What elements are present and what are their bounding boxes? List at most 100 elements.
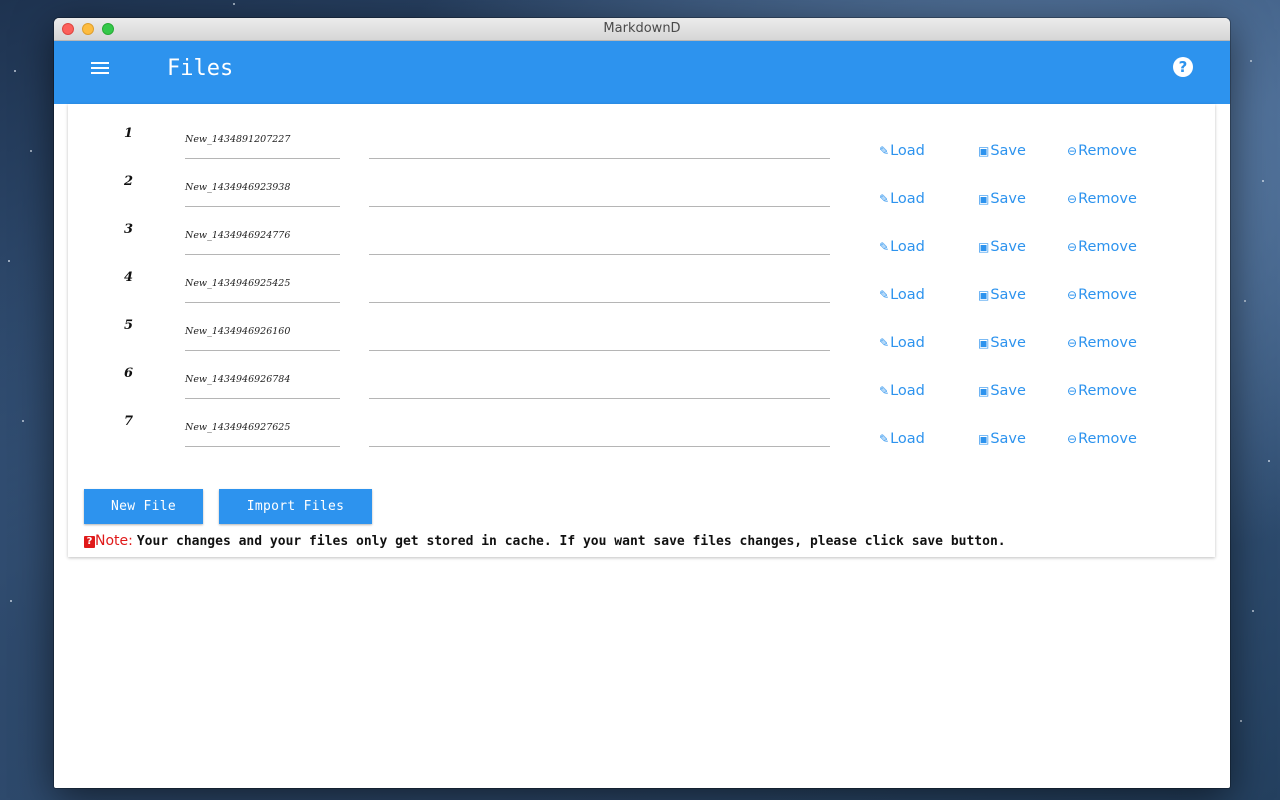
floppy-disk-icon: ▣ xyxy=(978,240,990,254)
file-name-input[interactable]: New_1434946924776 xyxy=(185,228,340,255)
help-circle-icon[interactable]: ? xyxy=(1173,57,1193,77)
minus-circle-icon: ⊖ xyxy=(1067,336,1078,350)
remove-label: Remove xyxy=(1078,335,1137,351)
import-files-button[interactable]: Import Files xyxy=(219,489,372,524)
hamburger-menu-icon[interactable] xyxy=(91,61,109,75)
load-button[interactable]: ✎Load xyxy=(879,287,925,303)
file-description-input[interactable] xyxy=(369,132,830,159)
save-button[interactable]: ▣Save xyxy=(978,383,1026,399)
star xyxy=(22,420,24,422)
floppy-disk-icon: ▣ xyxy=(978,144,990,158)
load-button[interactable]: ✎Load xyxy=(879,431,925,447)
pencil-icon: ✎ xyxy=(879,240,890,254)
load-label: Load xyxy=(890,431,925,447)
pencil-icon: ✎ xyxy=(879,384,890,398)
remove-button[interactable]: ⊖Remove xyxy=(1067,287,1137,303)
load-label: Load xyxy=(890,239,925,255)
file-description-input[interactable] xyxy=(369,372,830,399)
minus-circle-icon: ⊖ xyxy=(1067,432,1078,446)
file-name-input[interactable]: New_1434946926160 xyxy=(185,324,340,351)
save-button[interactable]: ▣Save xyxy=(978,143,1026,159)
floppy-disk-icon: ▣ xyxy=(978,432,990,446)
window-title: MarkdownD xyxy=(603,21,681,36)
file-name-input[interactable]: New_1434946926784 xyxy=(185,372,340,399)
remove-button[interactable]: ⊖Remove xyxy=(1067,335,1137,351)
minus-circle-icon: ⊖ xyxy=(1067,384,1078,398)
remove-button[interactable]: ⊖Remove xyxy=(1067,239,1137,255)
load-label: Load xyxy=(890,335,925,351)
save-button[interactable]: ▣Save xyxy=(978,191,1026,207)
minus-circle-icon: ⊖ xyxy=(1067,288,1078,302)
save-label: Save xyxy=(990,335,1026,351)
minus-circle-icon: ⊖ xyxy=(1067,144,1078,158)
floppy-disk-icon: ▣ xyxy=(978,384,990,398)
star xyxy=(10,600,12,602)
load-label: Load xyxy=(890,191,925,207)
star xyxy=(1252,610,1254,612)
save-button[interactable]: ▣Save xyxy=(978,239,1026,255)
load-label: Load xyxy=(890,383,925,399)
minus-circle-icon: ⊖ xyxy=(1067,192,1078,206)
remove-button[interactable]: ⊖Remove xyxy=(1067,191,1137,207)
pencil-icon: ✎ xyxy=(879,192,890,206)
file-name-input[interactable]: New_1434891207227 xyxy=(185,132,340,159)
star xyxy=(1250,60,1252,62)
remove-button[interactable]: ⊖Remove xyxy=(1067,431,1137,447)
app-bar: Files ? xyxy=(54,41,1230,104)
load-button[interactable]: ✎Load xyxy=(879,143,925,159)
file-name-input[interactable]: New_1434946923938 xyxy=(185,180,340,207)
star xyxy=(8,260,10,262)
star xyxy=(30,150,32,152)
remove-button[interactable]: ⊖Remove xyxy=(1067,143,1137,159)
save-button[interactable]: ▣Save xyxy=(978,335,1026,351)
star xyxy=(1262,180,1264,182)
file-name-value: New_1434946927625 xyxy=(185,422,291,433)
row-number: 7 xyxy=(124,414,134,429)
load-label: Load xyxy=(890,143,925,159)
remove-label: Remove xyxy=(1078,239,1137,255)
note-text: Your changes and your files only get sto… xyxy=(136,534,1006,549)
row-number: 3 xyxy=(124,222,134,237)
save-label: Save xyxy=(990,287,1026,303)
remove-label: Remove xyxy=(1078,287,1137,303)
row-number: 6 xyxy=(124,366,134,381)
note-label: Note: xyxy=(95,533,133,549)
file-description-input[interactable] xyxy=(369,276,830,303)
file-name-input[interactable]: New_1434946925425 xyxy=(185,276,340,303)
row-number: 4 xyxy=(124,270,134,285)
file-description-input[interactable] xyxy=(369,228,830,255)
window-titlebar[interactable]: MarkdownD xyxy=(54,18,1230,41)
new-file-button[interactable]: New File xyxy=(84,489,203,524)
load-button[interactable]: ✎Load xyxy=(879,239,925,255)
file-name-input[interactable]: New_1434946927625 xyxy=(185,420,340,447)
save-button[interactable]: ▣Save xyxy=(978,287,1026,303)
file-description-input[interactable] xyxy=(369,180,830,207)
remove-label: Remove xyxy=(1078,383,1137,399)
file-name-value: New_1434946923938 xyxy=(185,182,291,193)
pencil-icon: ✎ xyxy=(879,336,890,350)
star xyxy=(233,3,235,5)
file-row: 6 New_1434946926784 ✎Load ▣Save ⊖Remove xyxy=(68,352,1215,400)
star xyxy=(1244,300,1246,302)
file-name-value: New_1434891207227 xyxy=(185,134,291,145)
pencil-icon: ✎ xyxy=(879,288,890,302)
file-name-value: New_1434946926784 xyxy=(185,374,291,385)
file-row: 3 New_1434946924776 ✎Load ▣Save ⊖Remove xyxy=(68,208,1215,256)
remove-button[interactable]: ⊖Remove xyxy=(1067,383,1137,399)
star xyxy=(14,70,16,72)
load-button[interactable]: ✎Load xyxy=(879,335,925,351)
load-button[interactable]: ✎Load xyxy=(879,191,925,207)
pencil-icon: ✎ xyxy=(879,432,890,446)
file-name-value: New_1434946924776 xyxy=(185,230,291,241)
floppy-disk-icon: ▣ xyxy=(978,336,990,350)
remove-label: Remove xyxy=(1078,143,1137,159)
load-button[interactable]: ✎Load xyxy=(879,383,925,399)
save-button[interactable]: ▣Save xyxy=(978,431,1026,447)
load-label: Load xyxy=(890,287,925,303)
row-number: 5 xyxy=(124,318,134,333)
file-description-input[interactable] xyxy=(369,420,830,447)
remove-label: Remove xyxy=(1078,191,1137,207)
star xyxy=(1268,460,1270,462)
file-description-input[interactable] xyxy=(369,324,830,351)
file-name-value: New_1434946925425 xyxy=(185,278,291,289)
